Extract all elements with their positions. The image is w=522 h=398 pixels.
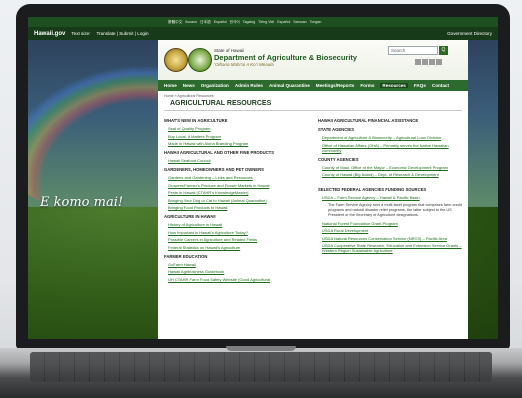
social-icons <box>415 59 442 65</box>
resource-link[interactable]: USDA – Farm Service Agency – Hawaii & Pa… <box>322 195 462 200</box>
resource-link[interactable]: Growers/Farmer's Produce and Flower Mark… <box>168 183 308 188</box>
section-heading: SELECTED FEDERAL AGENCIES FUNDING SOURCE… <box>318 187 427 192</box>
site-header: State of Hawaii Department of Agricultur… <box>158 40 468 80</box>
email-icon[interactable] <box>436 59 442 65</box>
section-heading: HAWAII AGRICULTURAL FINANCIAL ASSISTANCE <box>318 118 419 123</box>
resource-link[interactable]: Made in Hawaii with Aloha Branding Progr… <box>168 141 308 146</box>
gov-bar: Hawaii.gov Text size: Translate | Submit… <box>28 27 498 40</box>
page-title: AGRICULTURAL RESOURCES <box>164 98 462 111</box>
section-heading: GARDENERS, HOMEOWNERS AND PET OWNERS <box>164 167 264 172</box>
language-link[interactable]: Ilocano <box>185 17 197 27</box>
resource-link[interactable]: USDA Natural Resources Conservation Serv… <box>322 236 462 241</box>
welcome-text: E komo mai! <box>40 195 124 210</box>
nav-organization[interactable]: Organization <box>201 83 229 88</box>
share-icon[interactable] <box>415 59 421 65</box>
nav-resources[interactable]: Resources <box>380 83 408 88</box>
resource-link[interactable]: Bringing Your Dog or Cat to Hawaii (Anim… <box>168 198 308 203</box>
section-heading: HAWAII AGRICULTURAL AND OTHER FINE PRODU… <box>164 150 275 155</box>
nav-forms[interactable]: Forms <box>360 83 374 88</box>
nav-news[interactable]: News <box>183 83 195 88</box>
department-title[interactable]: State of Hawaii Department of Agricultur… <box>214 48 357 67</box>
laptop-keyboard <box>30 352 492 382</box>
resource-link[interactable]: County of Maui, Office of the Mayor – Ec… <box>322 165 462 170</box>
language-link[interactable]: 日本語 <box>200 17 211 27</box>
search-input[interactable]: Search <box>388 46 438 55</box>
web-page: State of Hawaii Department of Agricultur… <box>158 40 468 339</box>
department-hawaiian-name: ‘Oihana Mahi‘ai A Ko‘i Meaola <box>214 62 274 67</box>
nav-contact[interactable]: Contact <box>432 83 449 88</box>
resource-link[interactable]: County of Hawaii (Big Island) – Dept. of… <box>322 172 462 177</box>
language-bar: 繁體中文 Ilocano 日本語 Español 한국어 Tagalog Tiế… <box>28 17 498 27</box>
hawaii-gov-logo[interactable]: Hawaii.gov <box>34 31 65 37</box>
nav-animal-quarantine[interactable]: Animal Quarantine <box>269 83 310 88</box>
government-directory-link[interactable]: Government Directory <box>447 31 492 36</box>
resource-link[interactable]: USDA Cooperative State Research, Educati… <box>322 243 462 253</box>
language-link[interactable]: Tiếng Việt <box>258 17 274 27</box>
language-link[interactable]: Español <box>277 17 290 27</box>
nav-home[interactable]: Home <box>164 83 177 88</box>
section-heading: AGRICULTURE IN HAWAII <box>164 214 216 219</box>
resource-link[interactable]: Seal of Quality Program <box>168 126 308 131</box>
resource-link[interactable]: Gardens and Gardening – Links and Resour… <box>168 175 308 180</box>
left-column: WHAT'S NEW IN AGRICULTURE Seal of Qualit… <box>164 114 308 284</box>
resource-link[interactable]: USDA Rural Development <box>322 228 462 233</box>
language-link[interactable]: Tagalog <box>243 17 256 27</box>
nav-admin-rules[interactable]: Admin Rules <box>235 83 263 88</box>
laptop-hinge-notch <box>226 346 296 351</box>
language-link[interactable]: Tongan <box>310 17 322 27</box>
resource-link[interactable]: Possible Careers in Agriculture and Rela… <box>168 237 308 242</box>
language-link[interactable]: 한국어 <box>230 17 240 27</box>
right-column: HAWAII AGRICULTURAL FINANCIAL ASSISTANCE… <box>318 114 462 284</box>
rss-icon[interactable] <box>422 59 428 65</box>
resource-link[interactable]: Pests in Hawaii (CTAHR's KnowledgeMaster… <box>168 190 308 195</box>
print-icon[interactable] <box>429 59 435 65</box>
resource-link[interactable]: Hawaii Seafood Council <box>168 158 308 163</box>
resource-link[interactable]: How Important is Hawaii's Agriculture To… <box>168 230 308 235</box>
state-seal-icon <box>164 48 188 72</box>
resource-link[interactable]: UH CTAHR Farm Food Safety Website (Good … <box>168 277 308 282</box>
language-link[interactable]: Samoan <box>293 17 306 27</box>
section-heading: FARMER EDUCATION <box>164 253 208 259</box>
search-button[interactable]: Q <box>439 46 448 55</box>
department-seal-icon <box>188 48 212 72</box>
resource-link[interactable]: Bringing Food Products to Hawaii <box>168 205 308 210</box>
resource-link[interactable]: Buy Local, It Matters Program <box>168 134 308 139</box>
content-columns: WHAT'S NEW IN AGRICULTURE Seal of Qualit… <box>158 111 468 287</box>
account-links[interactable]: Translate | Submit | Login <box>97 31 149 36</box>
text-size-control[interactable]: Text size: <box>71 31 90 36</box>
photo-scene: E komo mai! 繁體中文 Ilocano 日本語 Español 한국어… <box>0 0 522 398</box>
resource-link[interactable]: Department of Agriculture & Biosecurity … <box>322 135 462 140</box>
resource-description: The Farm Service Agency runs a multi-fac… <box>328 202 462 217</box>
language-link[interactable]: 繁體中文 <box>168 17 182 27</box>
resource-link[interactable]: GoFarm Hawaii <box>168 262 308 267</box>
main-nav: Home News Organization Admin Rules Anima… <box>158 80 468 91</box>
resource-link[interactable]: Federal Statistics on Hawaii's Agricultu… <box>168 245 308 250</box>
language-link[interactable]: Español <box>214 17 227 27</box>
laptop-screen: E komo mai! 繁體中文 Ilocano 日本語 Español 한국어… <box>28 17 498 339</box>
department-name: Department of Agriculture & Biosecurity <box>214 53 358 62</box>
resource-link[interactable]: History of Agriculture in Hawaii <box>168 222 308 227</box>
resource-link[interactable]: Office of Hawaiian Affairs (OHA) – Prima… <box>322 143 462 153</box>
breadcrumb[interactable]: Home » Agricultural Resources <box>158 91 468 98</box>
section-heading: WHAT'S NEW IN AGRICULTURE <box>164 118 228 123</box>
section-heading: STATE AGENCIES <box>318 127 354 132</box>
resource-link[interactable]: Hawaii Agribusiness Guidebook <box>168 269 308 274</box>
nav-faqs[interactable]: FAQs <box>414 83 426 88</box>
resource-link[interactable]: National Forest Foundation Grant Program <box>322 221 462 226</box>
section-heading: COUNTY AGENCIES <box>318 156 359 162</box>
nav-meetings-reports[interactable]: Meetings/Reports <box>316 83 355 88</box>
